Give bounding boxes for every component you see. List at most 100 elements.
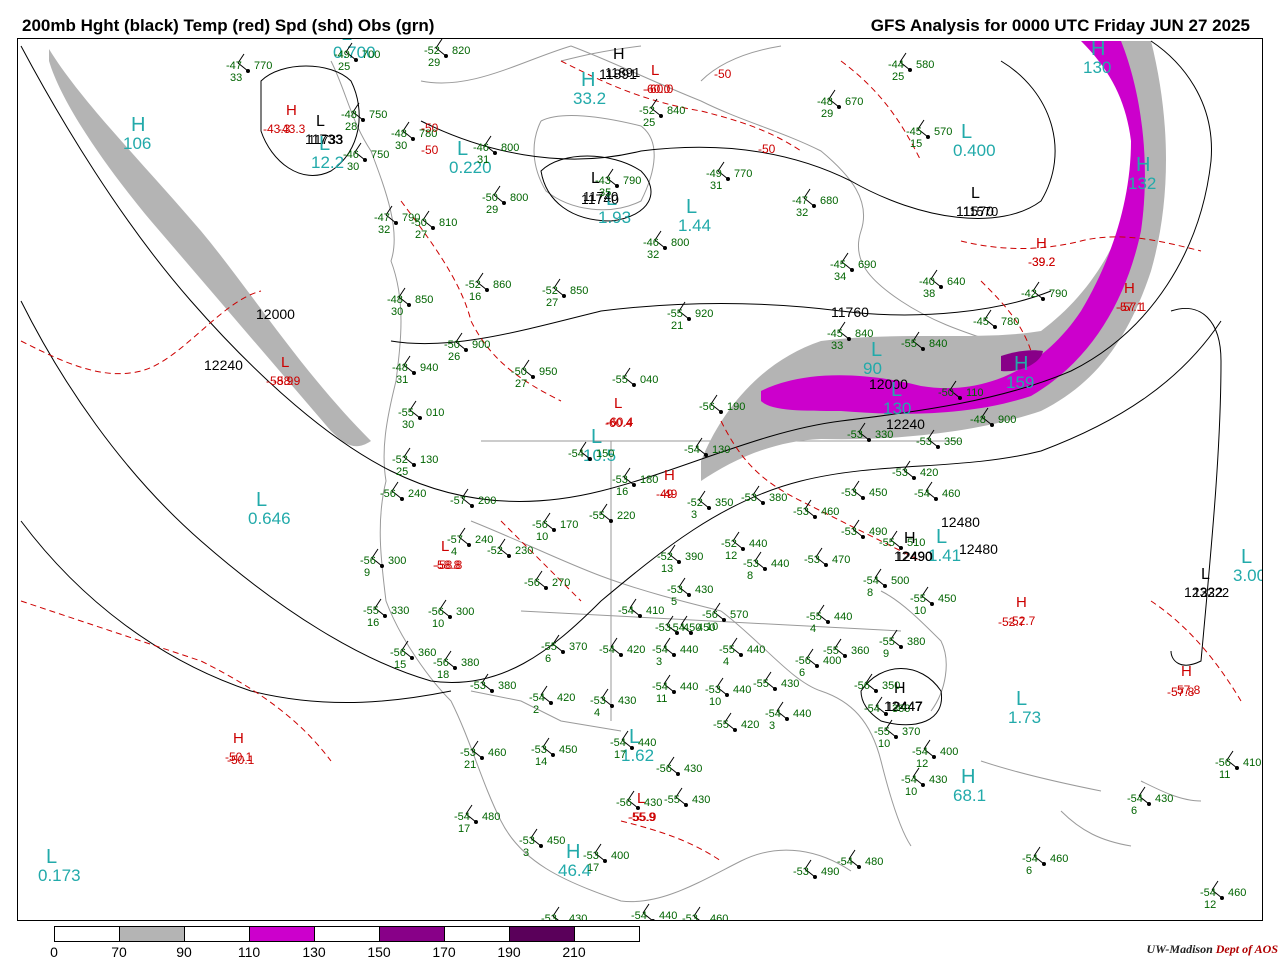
obs-dewpoint: 31 (396, 374, 408, 386)
obs-height: 380 (461, 657, 479, 669)
map-labels: 1200012240117331176011570120001224012480… (38, 39, 1262, 921)
obs-height: 940 (420, 362, 438, 374)
obs-dewpoint: 26 (448, 351, 460, 363)
obs-dewpoint: 27 (415, 229, 427, 241)
obs-height: 350 (715, 497, 733, 509)
obs-dewpoint: 12 (1204, 899, 1216, 911)
obs-height: 440 (747, 644, 765, 656)
obs-temp: -56 (656, 763, 672, 775)
obs-height: 220 (617, 510, 635, 522)
legend-tick-label: 190 (497, 944, 521, 960)
obs-temp: -53 (804, 554, 820, 566)
obs-height: 750 (369, 109, 387, 121)
obs-dewpoint: 31 (710, 180, 722, 192)
obs-dewpoint: 6 (1131, 805, 1137, 817)
obs-dewpoint: 10 (432, 618, 444, 630)
obs-temp: -50 (511, 366, 527, 378)
obs-height: 580 (916, 59, 934, 71)
obs-temp: -53 (612, 474, 628, 486)
legend-bin (510, 927, 575, 941)
obs-dewpoint: 2 (533, 704, 539, 716)
obs-height: 920 (695, 308, 713, 320)
center-letter: L (871, 339, 882, 361)
obs-temp: -54 (618, 605, 634, 617)
obs-temp: -46 (343, 149, 359, 161)
obs-dewpoint: 5 (671, 596, 677, 608)
obs-height: 410 (1243, 757, 1261, 769)
obs-temp: -53 (793, 866, 809, 878)
obs-height: 130 (420, 454, 438, 466)
obs-height: 200 (478, 495, 496, 507)
obs-temp: -55 (664, 794, 680, 806)
center-value: 33.2 (573, 89, 606, 108)
center-letter: H (1136, 154, 1150, 176)
obs-temp: -55 (806, 611, 822, 623)
center-value: -55.9 (629, 810, 657, 824)
obs-height: 360 (892, 703, 910, 715)
obs-height: 800 (671, 237, 689, 249)
obs-temp: -53 (460, 747, 476, 759)
obs-height: 460 (821, 506, 839, 518)
obs-temp: -56 (428, 606, 444, 618)
obs-height: 420 (741, 719, 759, 731)
obs-temp: -52 (657, 551, 673, 563)
obs-height: 850 (570, 285, 588, 297)
obs-dewpoint: 17 (458, 823, 470, 835)
obs-height: 500 (891, 575, 909, 587)
obs-height: 840 (855, 328, 873, 340)
center-letter: L (971, 185, 980, 202)
obs-temp: -54 (454, 811, 470, 823)
center-value: -60.0 (643, 82, 671, 96)
center-value: -58.8 (433, 558, 461, 572)
obs-temp: -53 (519, 835, 535, 847)
obs-dewpoint: 32 (647, 249, 659, 261)
obs-height: 700 (362, 49, 380, 61)
obs-height: 370 (902, 726, 920, 738)
obs-height: 840 (667, 105, 685, 117)
obs-dewpoint: 29 (428, 57, 440, 69)
obs-dewpoint: 11 (656, 693, 667, 705)
obs-height: 790 (623, 175, 641, 187)
obs-temp: -53 (841, 526, 857, 538)
obs-temp: -48 (392, 362, 408, 374)
obs-temp: -54 (912, 746, 928, 758)
temp-label: -50 (758, 142, 776, 156)
center-letter: H (286, 102, 297, 119)
obs-height: 790 (1049, 288, 1067, 300)
legend-bin (120, 927, 185, 941)
obs-dewpoint: 27 (546, 297, 558, 309)
center-letter: L (1016, 688, 1027, 710)
obs-temp: -54 (529, 692, 545, 704)
obs-temp: -55 (879, 636, 895, 648)
obs-temp: -53 (682, 913, 698, 921)
obs-temp: -54 (652, 681, 668, 693)
obs-height: 400 (611, 850, 629, 862)
obs-height: 800 (501, 142, 519, 154)
obs-dewpoint: 4 (594, 707, 600, 719)
obs-temp: -45 (830, 259, 846, 271)
obs-height: 430 (569, 913, 587, 921)
obs-dewpoint: 3 (656, 656, 662, 668)
center-letter: H (1036, 235, 1047, 252)
obs-dewpoint: 32 (378, 224, 390, 236)
height-label: 12000 (869, 376, 908, 392)
obs-dewpoint: 10 (905, 786, 917, 798)
obs-height: 440 (771, 558, 789, 570)
obs-height: 380 (498, 680, 516, 692)
obs-dewpoint: 21 (464, 759, 476, 771)
obs-height: 300 (388, 555, 406, 567)
obs-height: 440 (659, 910, 677, 921)
center-value: 1.73 (1008, 708, 1041, 727)
obs-temp: -54 (863, 575, 879, 587)
obs-height: 330 (875, 429, 893, 441)
legend-tick-label: 0 (50, 944, 58, 960)
legend-bin (55, 927, 120, 941)
obs-dewpoint: 10 (536, 531, 548, 543)
obs-height: 430 (929, 774, 947, 786)
obs-height: 430 (644, 797, 662, 809)
obs-height: 380 (769, 492, 787, 504)
obs-temp: -55 (901, 338, 917, 350)
obs-temp: -57 (447, 534, 463, 546)
obs-height: 680 (820, 195, 838, 207)
obs-dewpoint: 15 (910, 138, 922, 150)
